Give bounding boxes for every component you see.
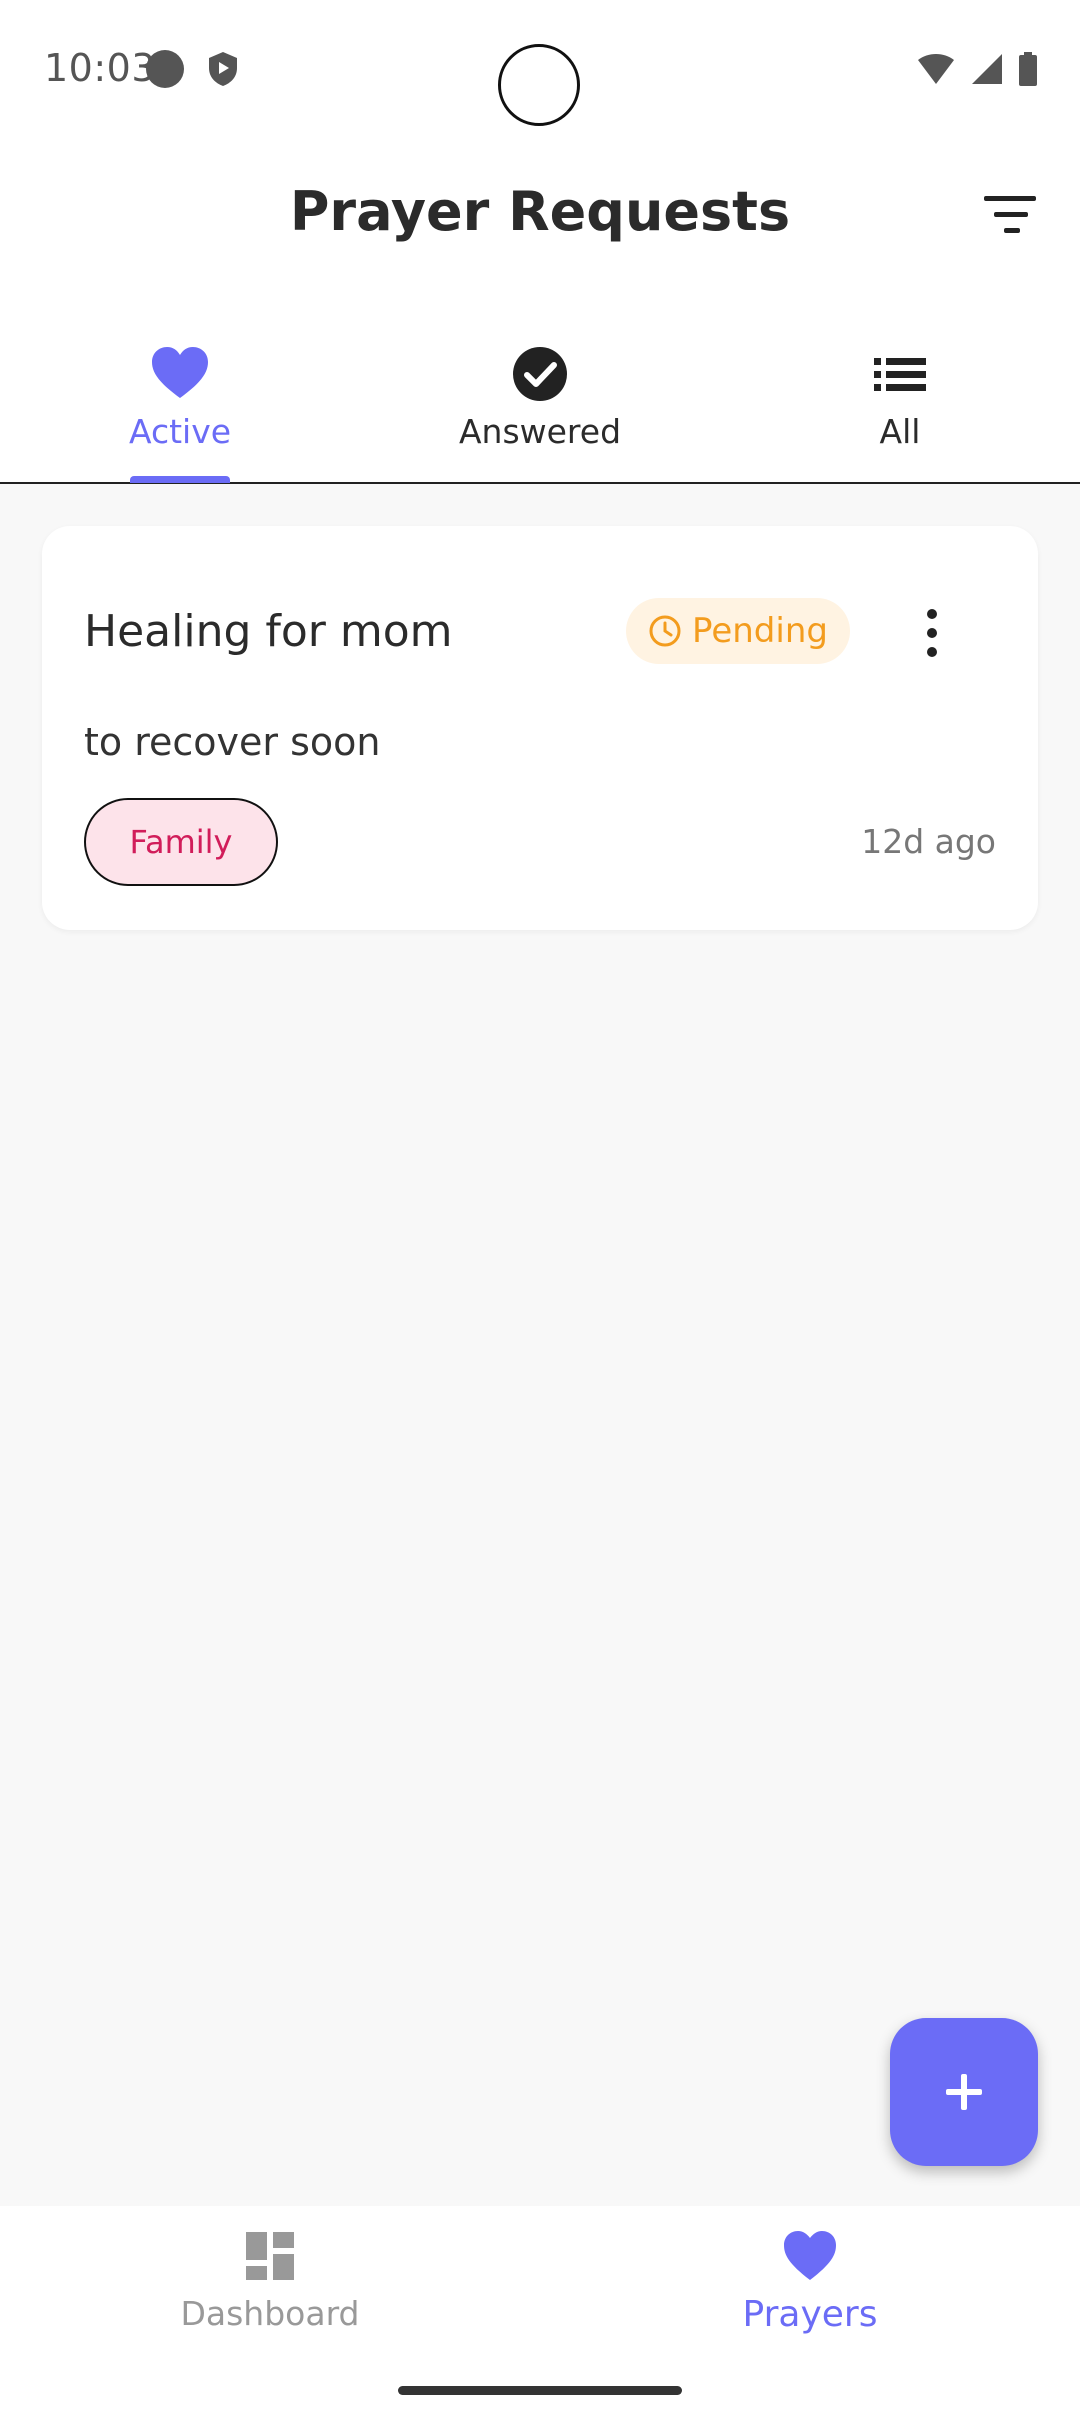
nav-label: Prayers	[742, 2294, 878, 2335]
signal-icon	[972, 54, 1002, 84]
tab-label: All	[879, 412, 921, 451]
shield-icon	[209, 52, 237, 86]
category-tag[interactable]: Family	[84, 798, 278, 886]
status-badge: Pending	[626, 598, 850, 664]
status-icons	[916, 52, 1038, 86]
status-time: 10:03	[44, 46, 157, 90]
active-tab-indicator	[130, 476, 230, 483]
category-label: Family	[129, 823, 233, 861]
battery-icon	[1019, 52, 1037, 86]
tab-label: Active	[128, 412, 232, 451]
tab-all[interactable]: All	[720, 328, 1080, 478]
page-title: Prayer Requests	[289, 180, 791, 243]
check-circle-icon	[513, 347, 567, 401]
status-bar: 10:03	[0, 0, 1080, 140]
notification-dot-icon	[146, 50, 184, 88]
nav-label: Dashboard	[180, 2294, 360, 2333]
nav-prayers[interactable]: Prayers	[610, 2228, 1010, 2335]
prayer-time: 12d ago	[861, 822, 996, 861]
tab-bar: Active Answered All	[0, 310, 1080, 484]
dashboard-icon	[246, 2232, 294, 2280]
tab-answered[interactable]: Answered	[360, 328, 720, 478]
nav-dashboard[interactable]: Dashboard	[70, 2228, 470, 2333]
filter-icon[interactable]	[980, 190, 1040, 240]
heart-icon	[784, 2231, 836, 2280]
prayer-description: to recover soon	[84, 720, 381, 764]
app-header: Prayer Requests	[0, 140, 1080, 290]
status-text: Pending	[692, 611, 828, 651]
more-vert-icon[interactable]	[920, 606, 944, 660]
add-prayer-button[interactable]	[890, 2018, 1038, 2166]
plus-icon	[946, 2074, 982, 2110]
wifi-icon	[918, 54, 954, 84]
prayer-list: Healing for mom Pending to recover soon …	[0, 484, 1080, 2206]
prayer-card[interactable]: Healing for mom Pending to recover soon …	[42, 526, 1038, 930]
list-icon	[874, 358, 926, 391]
heart-icon	[152, 347, 208, 398]
camera-cutout	[498, 44, 580, 126]
tab-label: Answered	[458, 412, 622, 451]
clock-icon	[649, 615, 681, 647]
prayer-title: Healing for mom	[84, 606, 453, 657]
tab-active[interactable]: Active	[0, 328, 360, 478]
home-indicator[interactable]	[398, 2386, 682, 2395]
